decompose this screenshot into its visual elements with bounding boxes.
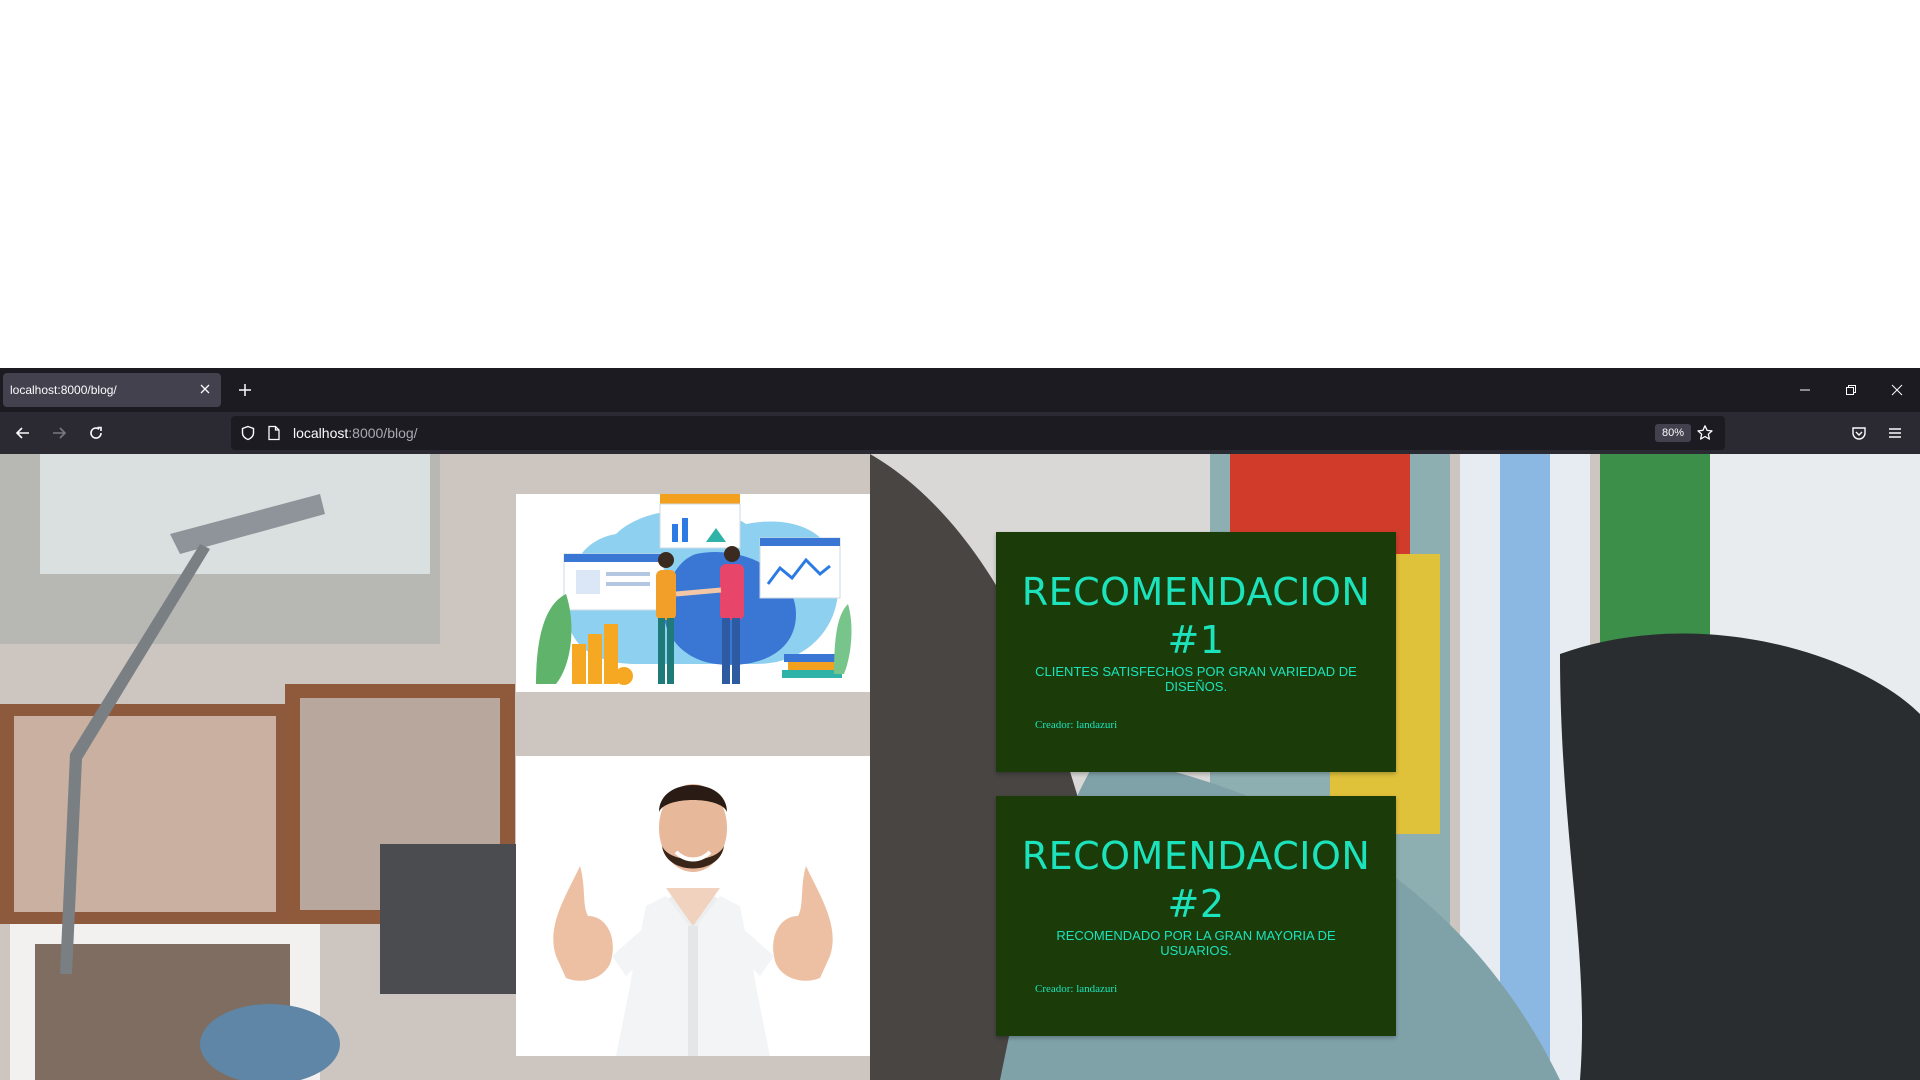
recommendation-author-2: Creador: landazuri <box>1035 983 1118 995</box>
thumbs-up-photo <box>516 756 870 1056</box>
close-tab-icon[interactable] <box>195 379 215 399</box>
reload-button[interactable] <box>84 421 108 445</box>
recommendation-card-1: RECOMENDACION #1 CLIENTES SATISFECHOS PO… <box>996 532 1396 772</box>
navigation-toolbar: localhost:8000/blog/ 80% <box>0 412 1920 454</box>
recommendation-description-1: CLIENTES SATISFECHOS POR GRAN VARIEDAD D… <box>1035 664 1357 694</box>
recommendation-description-2: RECOMENDADO POR LA GRAN MAYORIA DE USUAR… <box>1056 928 1336 958</box>
restore-icon <box>1846 385 1856 395</box>
recommendation-number-1: #1 <box>1167 618 1225 662</box>
office-background-photo <box>0 454 1920 1080</box>
url-text[interactable]: localhost:8000/blog/ <box>293 425 418 441</box>
recommendation-number-2: #2 <box>1167 882 1225 926</box>
arrow-left-icon <box>15 427 29 439</box>
thumbs-up-man-image <box>516 756 870 1056</box>
new-tab-button[interactable] <box>233 378 257 402</box>
url-path: :8000/blog/ <box>348 425 418 441</box>
tab-active[interactable]: localhost:8000/blog/ <box>3 373 221 407</box>
recommendation-title-1: RECOMENDACION <box>1021 570 1371 614</box>
recommendation-title-2: RECOMENDACION <box>1021 834 1371 878</box>
close-icon <box>1891 384 1903 396</box>
tab-bar: localhost:8000/blog/ <box>0 368 1920 412</box>
reload-icon <box>90 426 102 439</box>
browser-window: localhost:8000/blog/ localhost:8000/blog… <box>0 368 1920 1080</box>
screen: localhost:8000/blog/ localhost:8000/blog… <box>0 0 1920 1080</box>
url-host: localhost <box>293 425 349 441</box>
page-viewport: RECOMENDACION #1 CLIENTES SATISFECHOS PO… <box>0 454 1920 1080</box>
recommendation-author-1: Creador: landazuri <box>1035 719 1118 731</box>
business-illustration-image <box>516 494 870 692</box>
url-bar[interactable]: localhost:8000/blog/ 80% <box>231 416 1725 450</box>
pocket-button[interactable] <box>1847 421 1871 445</box>
page-icon[interactable] <box>265 424 283 442</box>
bookmark-star-icon[interactable] <box>1695 423 1715 443</box>
forward-button[interactable] <box>47 421 71 445</box>
shield-icon[interactable] <box>239 424 257 442</box>
hamburger-menu-icon <box>1889 428 1901 438</box>
business-handshake-illustration <box>516 494 870 692</box>
pocket-icon <box>1852 427 1866 440</box>
plus-icon <box>239 384 251 396</box>
tab-title: localhost:8000/blog/ <box>10 383 117 397</box>
back-button[interactable] <box>11 421 35 445</box>
restore-button[interactable] <box>1839 378 1863 402</box>
zoom-level-badge[interactable]: 80% <box>1655 424 1692 442</box>
minimize-button[interactable] <box>1793 378 1817 402</box>
arrow-right-icon <box>53 427 67 439</box>
recommendation-card-2: RECOMENDACION #2 RECOMENDADO POR LA GRAN… <box>996 796 1396 1036</box>
minimize-icon <box>1800 389 1810 391</box>
menu-button[interactable] <box>1883 421 1907 445</box>
close-window-button[interactable] <box>1885 378 1909 402</box>
